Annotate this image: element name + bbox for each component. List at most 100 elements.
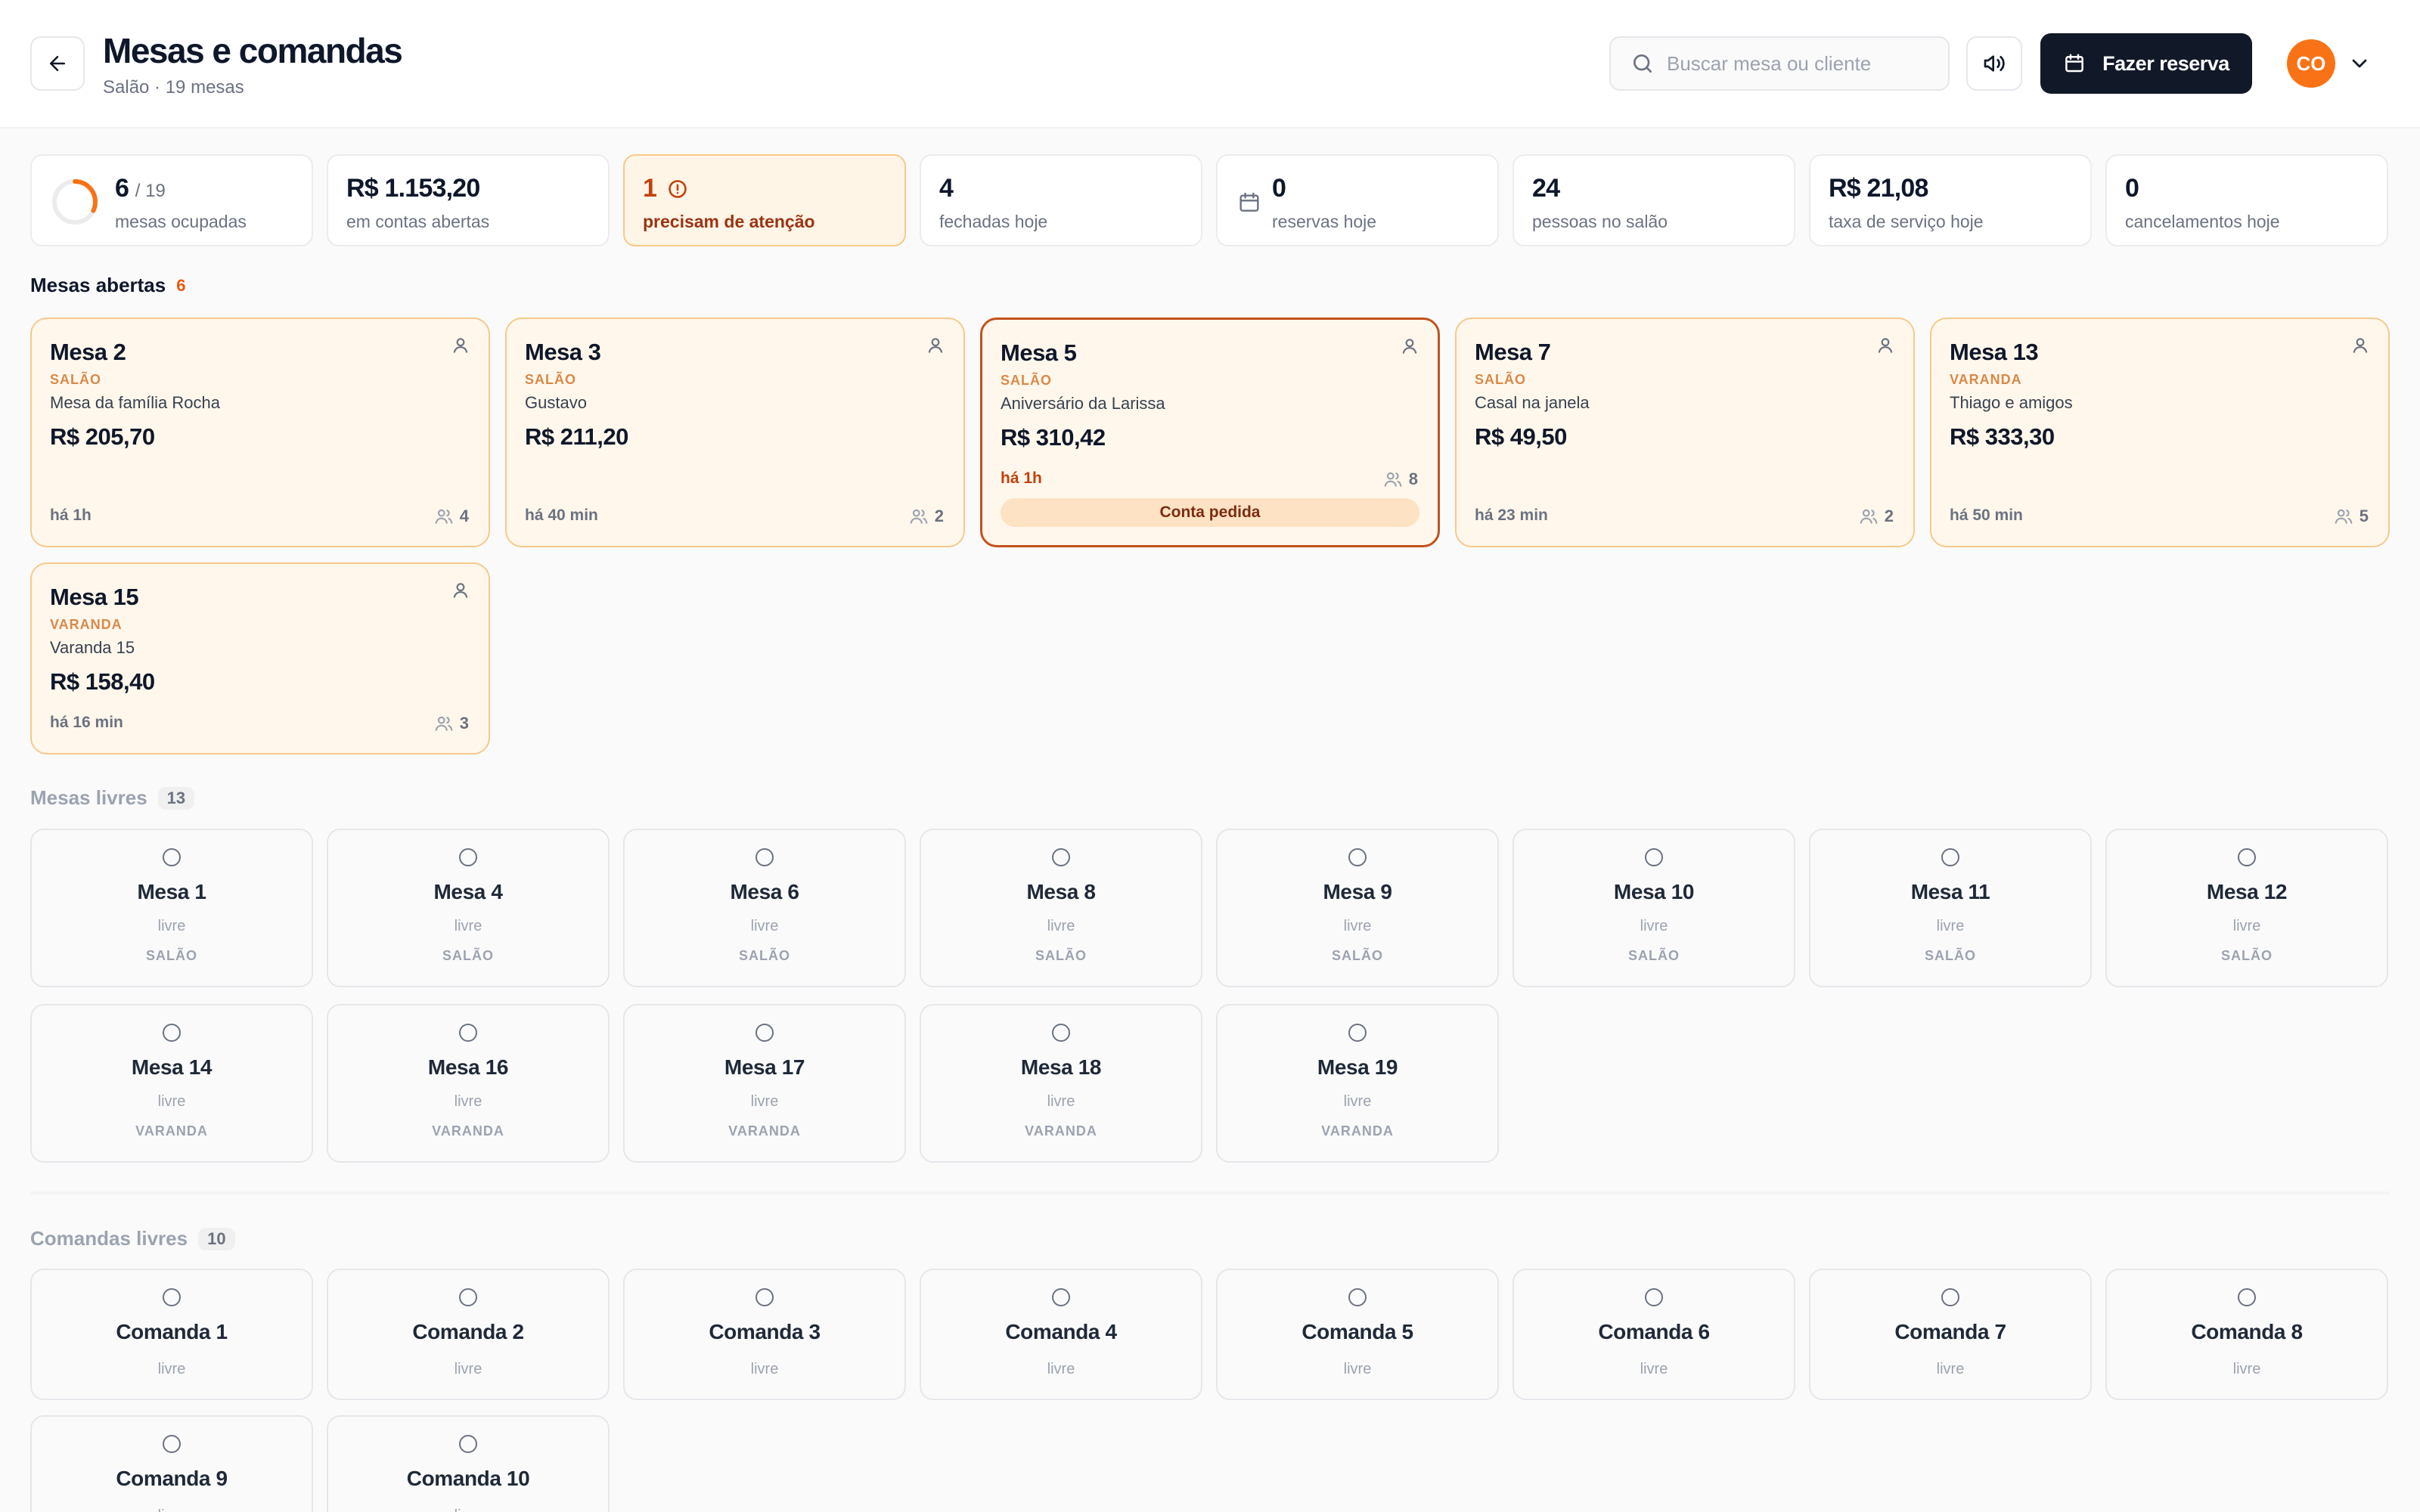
status-circle-icon — [1348, 848, 1367, 866]
free-table-card[interactable]: Mesa 16 livre VARANDA — [327, 1004, 610, 1163]
open-table-card[interactable]: Mesa 5 SALÃO Aniversário da Larissa R$ 310,… — [980, 318, 1440, 547]
search-input[interactable] — [1667, 51, 1924, 76]
assign-waiter-icon[interactable] — [2350, 336, 2370, 355]
people-count-value: 8 — [1408, 469, 1418, 488]
comanda-card[interactable]: Comanda 6 livre — [1512, 1269, 1795, 1400]
free-table-card[interactable]: Mesa 9 livre SALÃO — [1216, 829, 1499, 987]
assign-waiter-icon[interactable] — [451, 336, 470, 355]
user-avatar[interactable]: CO — [2287, 39, 2335, 88]
comanda-card[interactable]: Comanda 1 livre — [30, 1269, 313, 1400]
table-status: livre — [1047, 918, 1075, 934]
comanda-card[interactable]: Comanda 3 livre — [623, 1269, 906, 1400]
free-table-card[interactable]: Mesa 19 livre VARANDA — [1216, 1004, 1499, 1163]
assign-waiter-icon[interactable] — [1400, 336, 1419, 356]
free-table-card[interactable]: Mesa 8 livre SALÃO — [920, 829, 1202, 987]
free-table-card[interactable]: Mesa 18 livre VARANDA — [920, 1004, 1202, 1163]
stat-label: reservas hoje — [1272, 212, 1377, 231]
top-header: Mesas e comandas Salão · 19 mesas Fazer … — [0, 0, 2420, 129]
table-name: Mesa 7 — [1475, 339, 1551, 365]
table-zone: VARANDA — [1025, 1123, 1097, 1139]
open-table-card[interactable]: Mesa 7 SALÃO Casal na janela R$ 49,50 há 23 … — [1455, 318, 1915, 547]
status-circle-icon — [163, 1435, 181, 1453]
free-table-card[interactable]: Mesa 6 livre SALÃO — [623, 829, 906, 987]
status-circle-icon — [459, 848, 477, 866]
alert-circle-icon — [669, 179, 687, 198]
table-zone: SALÃO — [2221, 948, 2273, 963]
comanda-card[interactable]: Comanda 4 livre — [920, 1269, 1202, 1400]
comanda-status: livre — [454, 1361, 482, 1377]
make-reservation-button[interactable]: Fazer reserva — [2040, 33, 2252, 94]
comanda-status: livre — [1047, 1361, 1075, 1377]
free-table-card[interactable]: Mesa 14 livre VARANDA — [30, 1004, 313, 1163]
open-table-card[interactable]: Mesa 2 SALÃO Mesa da família Rocha R$ 205,7… — [30, 318, 490, 547]
assign-waiter-icon[interactable] — [926, 336, 945, 355]
table-name: Mesa 16 — [427, 1055, 509, 1079]
table-zone: VARANDA — [432, 1123, 504, 1139]
comanda-card[interactable]: Comanda 9 livre — [30, 1415, 313, 1512]
assign-waiter-icon[interactable] — [1876, 336, 1895, 355]
open-table-card[interactable]: Mesa 3 SALÃO Gustavo R$ 211,20 há 40 min 2 — [505, 318, 965, 547]
stat-need-attention[interactable]: 1 precisam de atenção — [623, 154, 906, 246]
table-status: livre — [1343, 1093, 1372, 1110]
people-count-value: 2 — [934, 507, 944, 525]
free-table-card[interactable]: Mesa 4 livre SALÃO — [327, 829, 610, 987]
table-amount: R$ 310,42 — [1001, 424, 1106, 451]
stat-value: 6 / 19 — [115, 174, 166, 203]
people-icon — [435, 716, 453, 731]
status-circle-icon — [1941, 848, 1959, 866]
comanda-status: livre — [328, 1507, 608, 1512]
table-zone: VARANDA — [135, 1123, 208, 1139]
comanda-card[interactable]: Comanda 8 livre — [2105, 1269, 2388, 1400]
search-icon — [1634, 54, 1652, 73]
person-icon — [453, 583, 468, 598]
table-name: Mesa 1 — [137, 880, 206, 903]
status-circle-icon — [755, 1288, 774, 1306]
people-icon — [2335, 509, 2353, 524]
status-circle-icon — [459, 1288, 477, 1306]
free-table-card[interactable]: Mesa 12 livre SALÃO — [2105, 829, 2388, 987]
stat-people-in-room: 24 pessoas no salão — [1512, 154, 1795, 246]
free-table-card[interactable]: Mesa 1 livre SALÃO — [30, 829, 313, 987]
open-table-card[interactable]: Mesa 15 VARANDA Varanda 15 R$ 158,40 há 16 m… — [30, 562, 490, 754]
status-circle-icon — [1052, 1024, 1070, 1042]
table-guest-name: Casal na janela — [1475, 393, 1590, 412]
table-zone: SALÃO — [739, 948, 790, 963]
section-divider — [30, 1191, 2390, 1194]
status-circle-icon — [1645, 1288, 1663, 1306]
sound-toggle-button[interactable] — [1966, 36, 2022, 91]
free-table-card[interactable]: Mesa 10 livre SALÃO — [1512, 829, 1795, 987]
status-circle-icon — [2238, 848, 2256, 866]
stat-open-bills: R$ 1.153,20 em contas abertas — [327, 154, 610, 246]
search-box[interactable] — [1609, 36, 1950, 91]
free-table-card[interactable]: Mesa 11 livre SALÃO — [1809, 829, 2092, 987]
table-name: Mesa 6 — [730, 880, 799, 903]
table-zone: SALÃO — [1035, 948, 1087, 963]
comanda-card[interactable]: Comanda 5 livre — [1216, 1269, 1499, 1400]
stat-occupied-tables: 6 / 19 mesas ocupadas — [30, 154, 313, 246]
back-button[interactable] — [30, 36, 85, 91]
table-status: livre — [157, 1093, 186, 1110]
status-circle-icon — [459, 1024, 477, 1042]
open-table-card[interactable]: Mesa 13 VARANDA Thiago e amigos R$ 333,30 há… — [1930, 318, 2390, 547]
person-icon — [1878, 338, 1893, 353]
table-name: Mesa 14 — [131, 1055, 213, 1079]
table-people-count: 4 — [434, 507, 469, 526]
table-amount: R$ 205,70 — [50, 423, 155, 450]
comanda-card[interactable]: Comanda 7 livre — [1809, 1269, 2092, 1400]
table-amount: R$ 211,20 — [525, 423, 628, 450]
table-zone: SALÃO — [525, 372, 576, 387]
table-name: Mesa 13 — [1950, 339, 2039, 365]
assign-waiter-icon[interactable] — [451, 581, 470, 600]
comanda-card[interactable]: Comanda 2 livre — [327, 1269, 610, 1400]
status-circle-icon — [1052, 1288, 1070, 1306]
table-people-count: 3 — [434, 714, 469, 733]
chevron-down-icon[interactable] — [2347, 51, 2372, 76]
table-name: Mesa 19 — [1317, 1055, 1398, 1079]
free-table-card[interactable]: Mesa 17 livre VARANDA — [623, 1004, 906, 1163]
comanda-card[interactable]: Comanda 10 livre — [327, 1415, 610, 1512]
status-circle-icon — [163, 1288, 181, 1306]
table-guest-name: Aniversário da Larissa — [1001, 394, 1165, 413]
open-tables-count: 6 — [176, 275, 186, 295]
status-circle-icon — [1645, 848, 1663, 866]
table-name: Mesa 9 — [1323, 880, 1392, 903]
